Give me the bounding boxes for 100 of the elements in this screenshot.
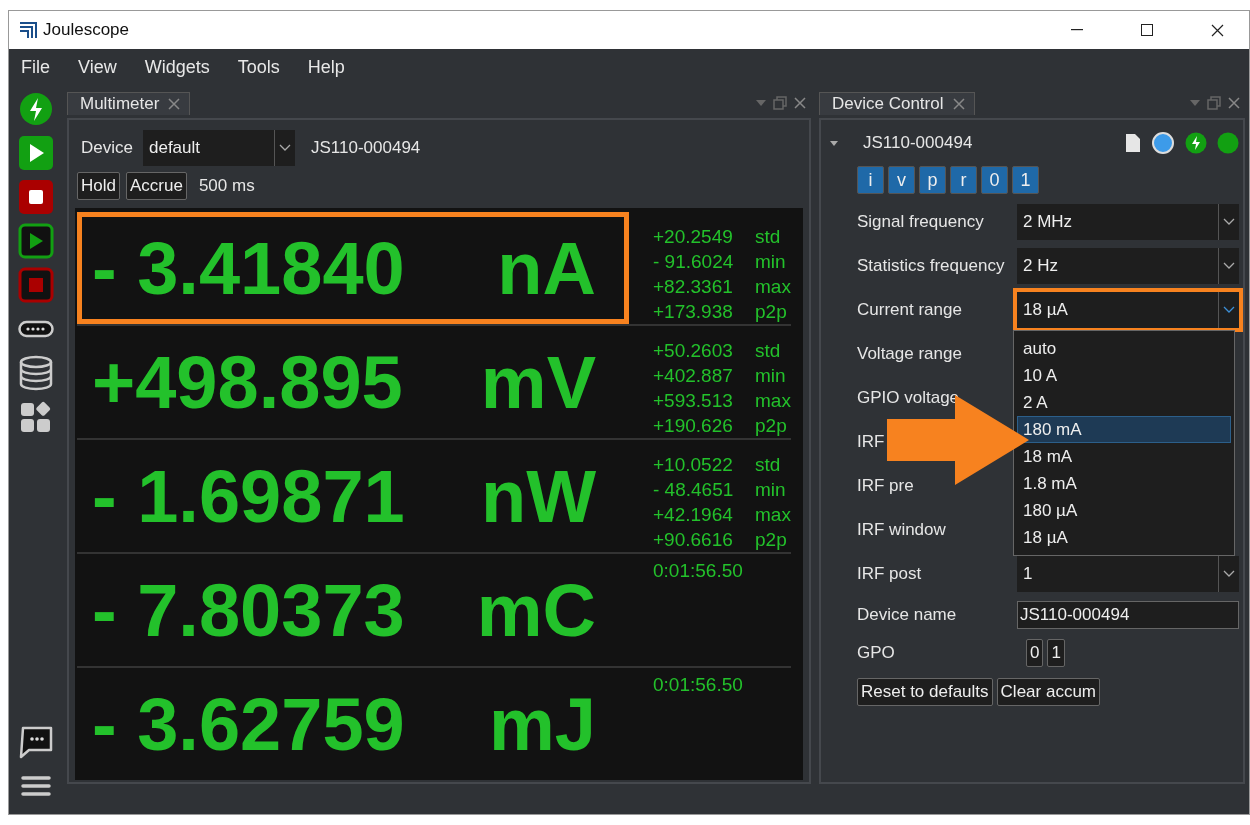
dropdown-option[interactable]: 10 A bbox=[1017, 362, 1231, 389]
menu-item[interactable]: Tools bbox=[237, 56, 280, 78]
stat-value: +82.3361 bbox=[653, 275, 734, 299]
stat-label: max bbox=[755, 503, 791, 527]
stat-label: max bbox=[755, 389, 791, 413]
setting-label: Signal frequency bbox=[857, 212, 985, 232]
dropdown-icon[interactable] bbox=[1189, 99, 1201, 107]
minimize-icon[interactable] bbox=[1071, 29, 1083, 31]
stat-value: - 48.4651 bbox=[653, 478, 735, 502]
close-icon[interactable] bbox=[1210, 23, 1224, 37]
channel-button[interactable]: r bbox=[950, 166, 977, 194]
bolt-icon bbox=[19, 92, 53, 126]
dropdown-option[interactable]: 18 µA bbox=[1017, 524, 1231, 551]
stat-label: std bbox=[755, 225, 782, 249]
device-serial: JS110-000494 bbox=[310, 138, 421, 158]
setting-label: Device name bbox=[857, 605, 958, 625]
stat-value: +173.938 bbox=[653, 300, 734, 324]
device-select[interactable]: default bbox=[142, 130, 295, 166]
stat-label: std bbox=[755, 453, 782, 477]
setting-label: IRF pre bbox=[857, 476, 915, 496]
chevron-icon bbox=[1223, 306, 1235, 314]
reading-value: - 3.62759 bbox=[92, 681, 405, 767]
menu-item[interactable]: Help bbox=[307, 56, 345, 78]
setting-label: Voltage range bbox=[857, 344, 963, 364]
menu-item[interactable]: Widgets bbox=[144, 56, 210, 78]
stat-label: max bbox=[755, 275, 791, 299]
stat-value: +190.626 bbox=[653, 414, 734, 438]
toggle-button[interactable]: Accrue bbox=[125, 172, 187, 200]
maximize-icon[interactable] bbox=[1141, 24, 1153, 36]
reading-unit: nA bbox=[497, 225, 596, 311]
chat-icon bbox=[18, 725, 54, 759]
stat-value: +402.887 bbox=[653, 364, 734, 388]
stat-value: +50.2603 bbox=[653, 339, 734, 363]
channel-button[interactable]: v bbox=[888, 166, 915, 194]
stop-icon bbox=[18, 267, 54, 303]
channel-button[interactable]: i bbox=[857, 166, 884, 194]
setting-label: IRF post bbox=[857, 564, 923, 584]
stat-label: min bbox=[755, 250, 787, 274]
setting-label: GPIO voltage bbox=[857, 388, 961, 408]
dropdown-option[interactable]: 2 A bbox=[1017, 389, 1231, 416]
dropdown-option[interactable]: 180 mA bbox=[1017, 416, 1231, 443]
chevron-icon bbox=[1223, 262, 1235, 270]
reading-value: - 3.41840 bbox=[92, 225, 405, 311]
dropdown-option[interactable]: 1.8 mA bbox=[1017, 470, 1231, 497]
setting-label: IRF window bbox=[857, 520, 947, 540]
channel-button[interactable]: 0 bbox=[981, 166, 1008, 194]
bolt-icon bbox=[1185, 132, 1207, 154]
stat-value: +90.6616 bbox=[653, 528, 734, 552]
play-icon bbox=[18, 223, 54, 259]
stat-label: p2p bbox=[755, 528, 788, 552]
stat-label: min bbox=[755, 478, 787, 502]
device-label: Device bbox=[81, 138, 133, 158]
stop-icon bbox=[18, 179, 54, 215]
reading-value: - 7.80373 bbox=[92, 567, 405, 653]
stat-value: +593.513 bbox=[653, 389, 734, 413]
action-button[interactable]: Clear accum bbox=[996, 678, 1100, 706]
status-dot-icon bbox=[1217, 132, 1239, 154]
setting-label: Current range bbox=[857, 300, 963, 320]
channel-button[interactable]: p bbox=[919, 166, 946, 194]
stat-label: min bbox=[755, 364, 787, 388]
device-name: JS110-000494 bbox=[863, 133, 974, 153]
stat-label: std bbox=[755, 339, 782, 363]
interval-label: 500 ms bbox=[198, 176, 255, 196]
window-title: Joulescope bbox=[43, 20, 130, 40]
stat-value: - 91.6024 bbox=[653, 250, 735, 274]
dropdown-option[interactable]: 180 µA bbox=[1017, 497, 1231, 524]
widgets-icon bbox=[20, 401, 52, 433]
document-icon bbox=[1125, 133, 1141, 153]
channel-button[interactable]: 1 bbox=[1012, 166, 1039, 194]
setting-label: Statistics frequency bbox=[857, 256, 1006, 276]
elapsed-time: 0:01:56.50 bbox=[653, 559, 743, 583]
menu-icon bbox=[21, 775, 51, 797]
reading-unit: mJ bbox=[489, 681, 596, 767]
setting-label: GPO bbox=[857, 643, 896, 663]
dropdown-option[interactable]: auto bbox=[1017, 335, 1231, 362]
reading-unit: nW bbox=[480, 453, 596, 539]
dropdown-icon[interactable] bbox=[755, 99, 767, 107]
dropdown-option[interactable]: 18 mA bbox=[1017, 443, 1231, 470]
gpo-button[interactable]: 1 bbox=[1047, 639, 1065, 667]
status-dot-icon bbox=[1151, 131, 1175, 155]
menu-item[interactable]: File bbox=[21, 56, 50, 78]
action-button[interactable]: Reset to defaults bbox=[857, 678, 993, 706]
chevron-icon bbox=[1223, 570, 1235, 578]
reading-unit: mC bbox=[476, 567, 596, 653]
stat-value: +42.1964 bbox=[653, 503, 734, 527]
float-icon[interactable] bbox=[1207, 96, 1221, 110]
toggle-button[interactable]: Hold bbox=[77, 172, 120, 200]
input-field[interactable]: JS110-000494 bbox=[1017, 601, 1239, 629]
reading-value: - 1.69871 bbox=[92, 453, 405, 539]
device-control-tab[interactable]: Device Control bbox=[819, 91, 975, 115]
gpo-button[interactable]: 0 bbox=[1026, 639, 1044, 667]
multimeter-tab[interactable]: Multimeter bbox=[67, 91, 191, 115]
setting-label: IRF bbox=[857, 432, 886, 452]
menu-item[interactable]: View bbox=[78, 56, 117, 78]
chevron-icon bbox=[278, 144, 291, 152]
app-logo-icon bbox=[19, 21, 37, 39]
elapsed-time: 0:01:56.50 bbox=[653, 673, 743, 697]
expand-arrow-icon[interactable] bbox=[829, 139, 839, 147]
stat-value: +10.0522 bbox=[653, 453, 734, 477]
float-icon[interactable] bbox=[773, 96, 787, 110]
